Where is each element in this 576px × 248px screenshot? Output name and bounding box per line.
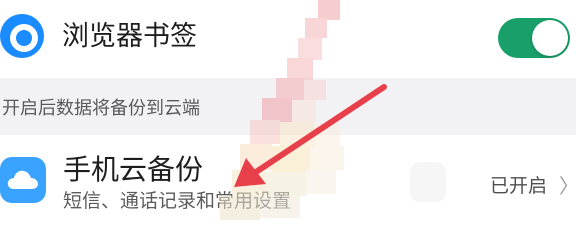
bookmarks-sync-toggle[interactable] <box>498 18 570 58</box>
browser-bookmarks-row[interactable]: 浏览器书签 <box>0 0 576 78</box>
section-note: 开启后数据将备份到云端 <box>2 98 200 119</box>
cloud-icon-glyph <box>7 170 38 189</box>
cloud-backup-title: 手机云备份 <box>63 153 204 186</box>
cloud-icon <box>0 157 46 203</box>
cloud-backup-row[interactable]: 手机云备份 短信、通话记录和常用设置 已开启 〉 <box>0 135 576 248</box>
cloud-backup-subtitle: 短信、通话记录和常用设置 <box>63 190 292 212</box>
browser-bookmarks-label: 浏览器书签 <box>62 21 197 52</box>
settings-screen: 浏览器书签 开启后数据将备份到云端 手机云备份 短信、通话记录和常用设置 已开启… <box>0 0 576 248</box>
browser-icon <box>0 14 44 58</box>
toggle-knob <box>532 20 568 56</box>
chevron-right-icon: 〉 <box>559 173 576 199</box>
cloud-backup-status: 已开启 <box>490 175 548 197</box>
browser-icon-ring <box>10 24 38 52</box>
